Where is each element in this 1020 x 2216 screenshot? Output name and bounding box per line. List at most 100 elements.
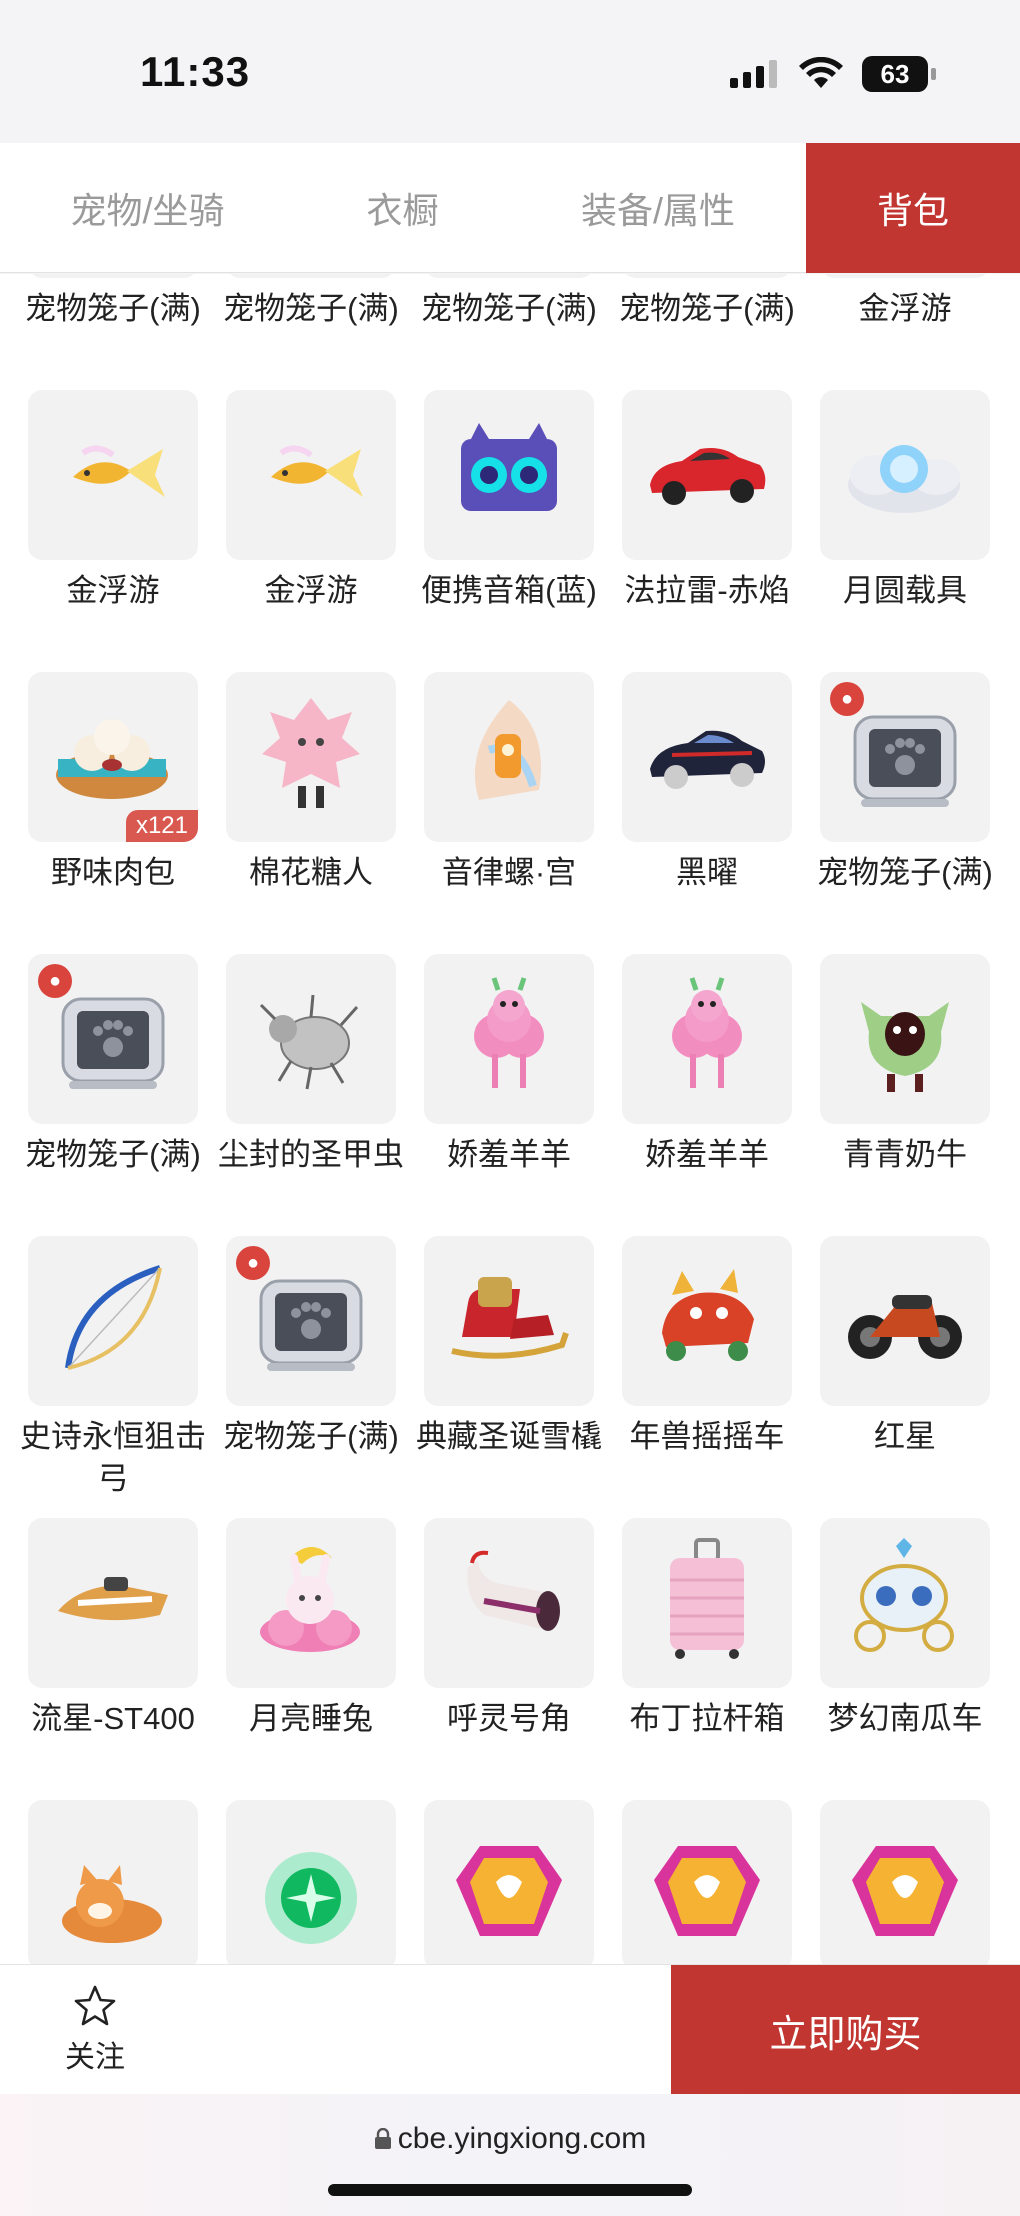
item-thumbnail[interactable] [28, 1236, 198, 1406]
sleigh-icon [444, 1259, 574, 1384]
item-thumbnail[interactable] [226, 274, 396, 278]
item-thumbnail[interactable] [424, 274, 594, 278]
item-thumbnail[interactable] [820, 390, 990, 560]
url-display[interactable]: cbe.yingxiong.com [0, 2122, 1020, 2156]
backpack-item[interactable] [806, 1800, 1004, 1964]
backpack-item[interactable]: 娇羞羊羊 [410, 954, 608, 1236]
item-thumbnail[interactable] [424, 672, 594, 842]
backpack-item[interactable]: 法拉雷-赤焰 [608, 390, 806, 672]
pink-figure-icon [256, 690, 366, 825]
buy-now-button[interactable]: 立即购买 [671, 1965, 1020, 2095]
action-bar: 关注 立即购买 [0, 1964, 1020, 2095]
backpack-item[interactable]: 金浮游 [212, 390, 410, 672]
follow-button[interactable]: 关注 [0, 1965, 190, 2095]
item-name: 金浮游 [264, 573, 358, 608]
item-thumbnail[interactable] [820, 1236, 990, 1406]
item-thumbnail[interactable]: x121 [28, 672, 198, 842]
backpack-item[interactable] [608, 1800, 806, 1964]
item-name: 娇羞羊羊 [447, 1137, 571, 1172]
browser-url-bar[interactable]: cbe.yingxiong.com [0, 2094, 1020, 2216]
backpack-item[interactable]: 宠物笼子(满) [410, 274, 608, 390]
black-car-icon [642, 695, 772, 820]
backpack-item[interactable]: x121 野味肉包 [14, 672, 212, 954]
item-thumbnail[interactable] [622, 274, 792, 278]
green-orb-icon [246, 1818, 376, 1953]
status-time: 11:33 [140, 48, 251, 95]
bun-basket-icon [48, 695, 178, 820]
backpack-item[interactable] [14, 1800, 212, 1964]
backpack-item[interactable]: 棉花糖人 [212, 672, 410, 954]
item-name: 布丁拉杆箱 [629, 1701, 785, 1736]
item-thumbnail[interactable] [424, 954, 594, 1124]
item-thumbnail[interactable]: ● [28, 954, 198, 1124]
item-thumbnail[interactable] [622, 954, 792, 1124]
item-thumbnail[interactable] [424, 1236, 594, 1406]
backpack-item[interactable] [410, 1800, 608, 1964]
backpack-item[interactable]: 红星 [806, 1236, 1004, 1518]
item-thumbnail[interactable] [820, 1518, 990, 1688]
backpack-grid-viewport[interactable]: 宠物笼子(满) 宠物笼子(满) 宠物笼子(满) 宠物笼子(满) 金浮游 金浮游 金浮游 便携音… [0, 274, 1020, 1964]
tab-wardrobe[interactable]: 衣橱 [295, 143, 510, 273]
backpack-item[interactable]: 年兽摇摇车 [608, 1236, 806, 1518]
item-thumbnail[interactable] [226, 672, 396, 842]
backpack-item[interactable]: 梦幻南瓜车 [806, 1518, 1004, 1800]
item-name: 青青奶牛 [843, 1137, 967, 1172]
item-thumbnail[interactable] [820, 274, 990, 278]
backpack-item[interactable]: 尘封的圣甲虫 [212, 954, 410, 1236]
home-indicator[interactable] [328, 2184, 692, 2196]
backpack-item[interactable]: 娇羞羊羊 [608, 954, 806, 1236]
backpack-item[interactable]: 金浮游 [14, 390, 212, 672]
backpack-item[interactable]: 青青奶牛 [806, 954, 1004, 1236]
item-name: 年兽摇摇车 [629, 1419, 785, 1454]
backpack-item[interactable]: 便携音箱(蓝) [410, 390, 608, 672]
item-thumbnail[interactable] [28, 1518, 198, 1688]
item-thumbnail[interactable] [226, 1800, 396, 1964]
item-thumbnail[interactable] [424, 1518, 594, 1688]
backpack-item[interactable]: 黑曜 [608, 672, 806, 954]
item-thumbnail[interactable] [820, 1800, 990, 1964]
url-text: cbe.yingxiong.com [397, 2122, 647, 2155]
backpack-item[interactable]: 音律螺·宫 [410, 672, 608, 954]
tab-equipment-attributes[interactable]: 装备/属性 [510, 143, 806, 273]
item-thumbnail[interactable]: ● [820, 672, 990, 842]
item-thumbnail[interactable]: ● [226, 1236, 396, 1406]
item-thumbnail[interactable] [622, 390, 792, 560]
backpack-item[interactable]: 史诗永恒狙击弓 [14, 1236, 212, 1518]
page: 11:33 63 宠物/坐骑 衣橱 装备/属性 背包 宠物笼子(满) 宠物笼子(满… [0, 0, 1020, 2216]
backpack-item[interactable]: 宠物笼子(满) [608, 274, 806, 390]
item-name: 宠物笼子(满) [817, 855, 993, 890]
backpack-item[interactable]: 呼灵号角 [410, 1518, 608, 1800]
item-thumbnail[interactable] [226, 954, 396, 1124]
item-name: 金浮游 [858, 291, 952, 326]
backpack-item[interactable]: ● 宠物笼子(满) [212, 1236, 410, 1518]
item-thumbnail[interactable] [28, 390, 198, 560]
item-thumbnail[interactable] [226, 390, 396, 560]
item-thumbnail[interactable] [28, 274, 198, 278]
backpack-item[interactable] [212, 1800, 410, 1964]
tab-pets-mounts[interactable]: 宠物/坐骑 [0, 143, 295, 273]
backpack-item[interactable]: 宠物笼子(满) [212, 274, 410, 390]
item-thumbnail[interactable] [820, 954, 990, 1124]
backpack-item[interactable]: ● 宠物笼子(满) [14, 954, 212, 1236]
item-thumbnail[interactable] [424, 1800, 594, 1964]
item-thumbnail[interactable] [424, 390, 594, 560]
backpack-item[interactable]: 典藏圣诞雪橇 [410, 1236, 608, 1518]
backpack-item[interactable]: 宠物笼子(满) [14, 274, 212, 390]
status-bar: 11:33 63 [0, 0, 1020, 143]
item-thumbnail[interactable] [622, 1518, 792, 1688]
item-thumbnail[interactable] [622, 1800, 792, 1964]
backpack-item[interactable]: 流星-ST400 [14, 1518, 212, 1800]
tab-backpack[interactable]: 背包 [806, 143, 1020, 273]
backpack-item[interactable]: 金浮游 [806, 274, 1004, 390]
beetle-icon [251, 977, 371, 1102]
item-thumbnail[interactable] [622, 672, 792, 842]
item-thumbnail[interactable] [622, 1236, 792, 1406]
item-name: 呼灵号角 [447, 1701, 571, 1736]
item-thumbnail[interactable] [226, 1518, 396, 1688]
backpack-item[interactable]: 月圆载具 [806, 390, 1004, 672]
backpack-item[interactable]: 月亮睡兔 [212, 1518, 410, 1800]
item-name: 娇羞羊羊 [645, 1137, 769, 1172]
backpack-item[interactable]: ● 宠物笼子(满) [806, 672, 1004, 954]
item-thumbnail[interactable] [28, 1800, 198, 1964]
backpack-item[interactable]: 布丁拉杆箱 [608, 1518, 806, 1800]
